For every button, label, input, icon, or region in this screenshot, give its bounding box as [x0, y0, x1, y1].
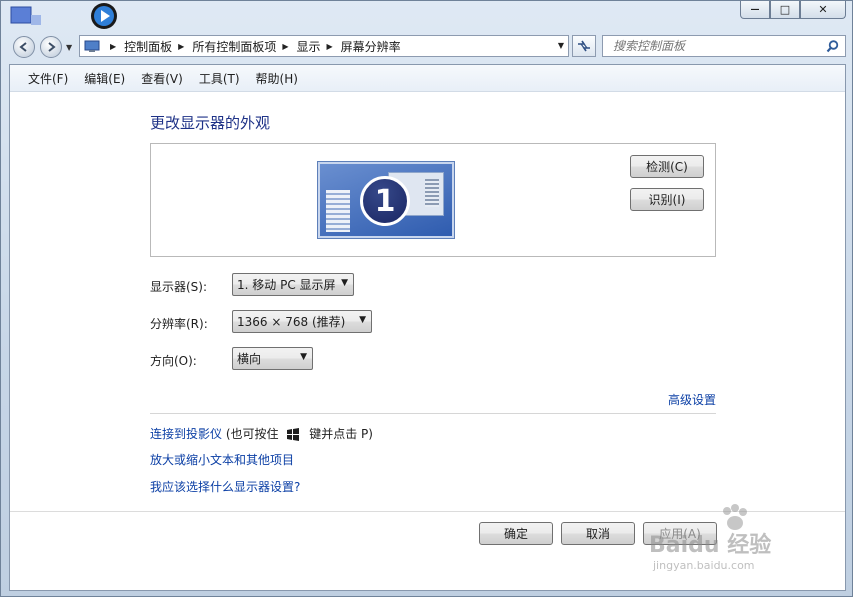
menu-help[interactable]: 帮助(H) — [248, 70, 306, 87]
breadcrumb-screen-resolution[interactable]: 屏幕分辨率 — [341, 38, 401, 55]
breadcrumb: ▶ 控制面板 ▶ 所有控制面板项 ▶ 显示 ▶ 屏幕分辨率 — [104, 38, 401, 55]
menu-view[interactable]: 查看(V) — [133, 70, 191, 87]
menu-bar: 文件(F) 编辑(E) 查看(V) 工具(T) 帮助(H) — [10, 65, 845, 92]
chevron-down-icon: ▼ — [66, 43, 73, 52]
chevron-down-icon: ▼ — [300, 352, 307, 362]
refresh-icon — [578, 40, 590, 52]
search-icon[interactable] — [826, 39, 839, 53]
breadcrumb-control-panel[interactable]: 控制面板 — [124, 38, 172, 55]
resolution-select[interactable]: 1366 × 768 (推荐) ▼ — [232, 310, 372, 333]
chevron-down-icon: ▼ — [341, 278, 348, 288]
recent-pages-dropdown[interactable]: ▼ — [66, 43, 72, 52]
resolution-label: 分辨率(R): — [150, 317, 208, 331]
address-bar[interactable]: ▶ 控制面板 ▶ 所有控制面板项 ▶ 显示 ▶ 屏幕分辨率 ▼ — [79, 35, 569, 57]
page-title: 更改显示器的外观 — [150, 114, 271, 132]
close-icon: ✕ — [818, 3, 828, 16]
ok-button[interactable]: 确定 — [479, 522, 553, 545]
window-frame: — □ ✕ ▼ ▶ 控制面板 ▶ 所有控制面板项 ▶ 显示 ▶ 屏幕分辨率 ▼ … — [0, 0, 853, 597]
breadcrumb-separator-icon[interactable]: ▶ — [110, 42, 116, 51]
close-button[interactable]: ✕ — [800, 1, 846, 19]
main-content: 更改显示器的外观 1 检测(C) 识别(I) 显示器(S): 1. 移动 PC … — [10, 92, 845, 512]
display-label: 显示器(S): — [150, 280, 208, 294]
search-box[interactable] — [602, 35, 846, 57]
chevron-down-icon: ▼ — [359, 315, 366, 325]
back-button[interactable] — [13, 36, 35, 58]
back-arrow-icon — [19, 42, 27, 52]
section-divider — [150, 413, 716, 414]
refresh-button[interactable] — [572, 35, 596, 57]
breadcrumb-separator-icon[interactable]: ▶ — [178, 42, 184, 51]
monitor-number-badge: 1 — [360, 176, 410, 226]
breadcrumb-separator-icon[interactable]: ▶ — [327, 42, 333, 51]
orientation-label: 方向(O): — [150, 354, 197, 368]
text-size-link[interactable]: 放大或缩小文本和其他项目 — [150, 451, 294, 468]
monitor-preview-panel: 1 检测(C) 识别(I) — [150, 143, 716, 257]
forward-button[interactable] — [40, 36, 62, 58]
maximize-icon: □ — [779, 3, 791, 16]
display-select[interactable]: 1. 移动 PC 显示屏 ▼ — [232, 273, 354, 296]
menu-tools[interactable]: 工具(T) — [191, 70, 248, 87]
monitor-taskbar-graphic — [326, 190, 350, 232]
resolution-select-value: 1366 × 768 (推荐) — [237, 315, 346, 329]
windows-logo-icon — [287, 428, 300, 441]
which-settings-link[interactable]: 我应该选择什么显示器设置? — [150, 478, 300, 495]
minimize-button[interactable]: — — [740, 1, 770, 19]
projector-hint-suffix: 键并点击 P) — [309, 427, 373, 441]
app-icon — [10, 6, 41, 25]
identify-button[interactable]: 识别(I) — [630, 188, 704, 211]
advanced-settings-link[interactable]: 高级设置 — [668, 391, 716, 408]
address-history-dropdown[interactable]: ▼ — [558, 41, 564, 50]
baidu-watermark: Baidu 经验 jingyan.baidu.com — [649, 501, 819, 581]
cancel-button[interactable]: 取消 — [561, 522, 635, 545]
breadcrumb-display[interactable]: 显示 — [297, 38, 321, 55]
watermark-url: jingyan.baidu.com — [653, 559, 755, 572]
control-panel-icon — [84, 40, 100, 52]
detect-button[interactable]: 检测(C) — [630, 155, 704, 178]
maximize-button[interactable]: □ — [770, 1, 800, 19]
orientation-select-value: 横向 — [237, 352, 262, 366]
breadcrumb-all-items[interactable]: 所有控制面板项 — [192, 38, 276, 55]
display-select-value: 1. 移动 PC 显示屏 — [237, 278, 336, 292]
menu-file[interactable]: 文件(F) — [20, 70, 76, 87]
search-input[interactable] — [613, 39, 803, 53]
projector-row: 连接到投影仪 (也可按住 键并点击 P) — [150, 425, 373, 442]
projector-link[interactable]: 连接到投影仪 — [150, 427, 222, 441]
orientation-select[interactable]: 横向 ▼ — [232, 347, 313, 370]
minimize-icon: — — [750, 4, 760, 15]
monitor-1-thumbnail[interactable]: 1 — [317, 161, 455, 239]
forward-arrow-icon — [48, 42, 56, 52]
watermark-brand: Baidu 经验 — [649, 533, 772, 558]
media-player-icon — [91, 3, 117, 29]
breadcrumb-separator-icon[interactable]: ▶ — [282, 42, 288, 51]
projector-hint-prefix: (也可按住 — [225, 427, 279, 441]
menu-edit[interactable]: 编辑(E) — [76, 70, 133, 87]
